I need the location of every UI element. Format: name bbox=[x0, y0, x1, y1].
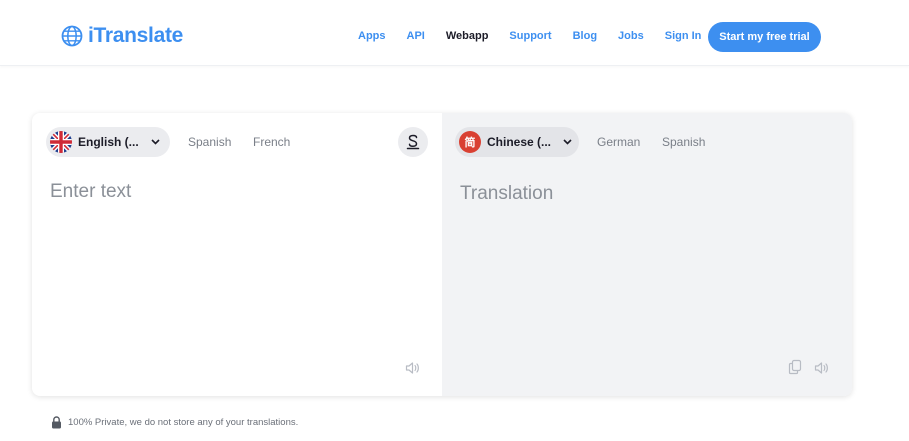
nav-webapp[interactable]: Webapp bbox=[446, 30, 489, 42]
nav-apps[interactable]: Apps bbox=[358, 30, 386, 42]
target-quick-lang-german[interactable]: German bbox=[597, 135, 640, 149]
source-language-select[interactable]: English (... bbox=[46, 127, 170, 157]
target-speaker-button[interactable] bbox=[813, 359, 831, 377]
speaker-icon bbox=[405, 362, 419, 374]
chevron-down-icon bbox=[151, 137, 160, 147]
nav-api[interactable]: API bbox=[407, 30, 425, 42]
copy-icon bbox=[788, 359, 802, 375]
uk-flag-icon bbox=[50, 131, 72, 153]
chinese-flag-icon: 简 bbox=[459, 131, 481, 153]
source-language-label: English (... bbox=[78, 135, 139, 149]
nav-sign-in[interactable]: Sign In bbox=[665, 30, 702, 42]
copy-button[interactable] bbox=[786, 358, 804, 376]
target-pane: 简 Chinese (... German Spanish Translatio… bbox=[442, 113, 852, 396]
translation-output: Translation bbox=[460, 183, 554, 204]
main-nav: Apps API Webapp Support Blog Jobs Sign I… bbox=[358, 30, 722, 42]
chevron-down-icon bbox=[563, 137, 572, 147]
translator-card: English (... Spanish French 简 Chinese (.… bbox=[32, 113, 852, 396]
brand-name: iTranslate bbox=[88, 24, 184, 47]
site-header: iTranslate Apps API Webapp Support Blog … bbox=[0, 0, 909, 66]
target-language-select[interactable]: 简 Chinese (... bbox=[455, 127, 579, 157]
lock-icon bbox=[52, 416, 61, 429]
source-text-input[interactable] bbox=[50, 181, 420, 351]
source-quick-lang-french[interactable]: French bbox=[253, 135, 290, 149]
privacy-text: 100% Private, we do not store any of you… bbox=[68, 417, 299, 428]
source-pane: English (... Spanish French bbox=[32, 113, 442, 396]
source-quick-lang-spanish[interactable]: Spanish bbox=[188, 135, 231, 149]
start-trial-button[interactable]: Start my free trial bbox=[708, 22, 821, 52]
nav-support[interactable]: Support bbox=[509, 30, 551, 42]
speaker-icon bbox=[814, 362, 828, 374]
target-language-label: Chinese (... bbox=[487, 135, 552, 149]
swap-icon bbox=[406, 134, 420, 150]
privacy-note: 100% Private, we do not store any of you… bbox=[51, 416, 298, 429]
target-quick-lang-spanish[interactable]: Spanish bbox=[662, 135, 705, 149]
logo[interactable]: iTranslate bbox=[61, 24, 183, 48]
globe-icon bbox=[61, 25, 83, 47]
source-speaker-button[interactable] bbox=[404, 359, 422, 377]
nav-jobs[interactable]: Jobs bbox=[618, 30, 644, 42]
swap-languages-button[interactable] bbox=[398, 127, 428, 157]
nav-blog[interactable]: Blog bbox=[573, 30, 597, 42]
